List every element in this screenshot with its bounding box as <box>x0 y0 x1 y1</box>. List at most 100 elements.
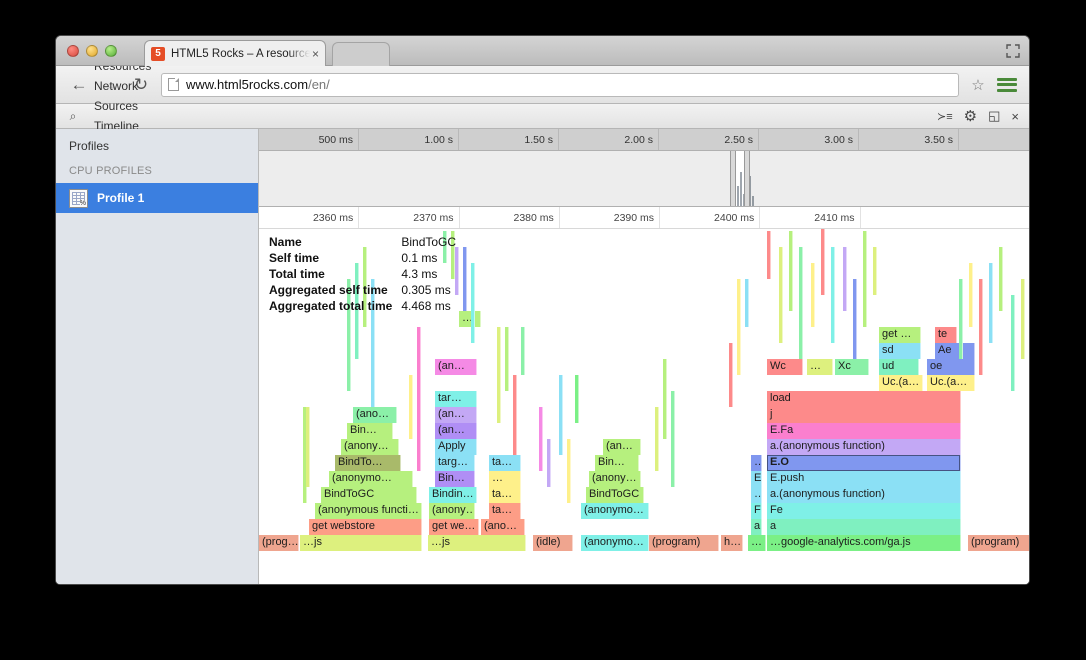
flame-bar-thin[interactable] <box>521 327 525 375</box>
flame-bar[interactable]: (an… <box>603 439 641 455</box>
flame-bar[interactable]: Bin… <box>347 423 393 439</box>
flame-bar[interactable]: E.O <box>767 455 961 471</box>
flame-bar[interactable]: E.push <box>767 471 961 487</box>
flame-bar[interactable]: ta… <box>489 487 521 503</box>
flame-bar[interactable]: get webstore <box>309 519 422 535</box>
flame-bar[interactable]: … <box>748 535 766 551</box>
flame-bar-thin[interactable] <box>471 263 475 343</box>
flame-bar-thin[interactable] <box>979 279 983 375</box>
window-maximize-button[interactable] <box>105 45 117 57</box>
flame-bar[interactable]: te <box>935 327 957 343</box>
flame-bar-thin[interactable] <box>513 375 517 455</box>
flame-bar[interactable]: (idle) <box>533 535 573 551</box>
flame-bar-thin[interactable] <box>853 279 857 359</box>
flame-bar[interactable]: (anonymo… <box>581 535 649 551</box>
flame-bar-thin[interactable] <box>575 375 579 423</box>
window-resize-icon[interactable] <box>1006 44 1020 58</box>
chrome-menu-icon[interactable] <box>997 76 1017 94</box>
flame-bar-thin[interactable] <box>789 231 793 311</box>
flame-bar[interactable]: targ… <box>435 455 475 471</box>
flame-bar[interactable]: Apply <box>435 439 477 455</box>
flame-bar-thin[interactable] <box>306 407 310 487</box>
flame-bar[interactable]: Fe <box>767 503 961 519</box>
overview-window-handle-left[interactable] <box>730 151 736 207</box>
search-icon[interactable]: ⌕ <box>60 109 86 124</box>
flame-bar[interactable]: (anonymous functi… <box>315 503 422 519</box>
flame-bar[interactable]: BindToGC <box>586 487 644 503</box>
flame-bar-thin[interactable] <box>873 247 877 295</box>
flame-bar[interactable]: get … <box>879 327 921 343</box>
flame-bar[interactable]: ud <box>879 359 919 375</box>
flame-bar-thin[interactable] <box>969 263 973 327</box>
flame-bar-thin[interactable] <box>409 375 413 439</box>
flame-bar[interactable]: BindTo… <box>335 455 401 471</box>
flame-bar-thin[interactable] <box>821 229 825 295</box>
flame-chart[interactable]: NameBindToGCSelf time0.1 msTotal time4.3… <box>259 229 1029 585</box>
flame-bar-thin[interactable] <box>497 327 501 423</box>
flame-bar[interactable]: (program) <box>649 535 719 551</box>
url-input[interactable]: www.html5rocks.com/en/ <box>161 73 959 97</box>
flame-bar[interactable]: Uc.(a… <box>927 375 975 391</box>
flame-bar[interactable]: ta… <box>489 455 521 471</box>
flame-bar[interactable]: (ano… <box>481 519 525 535</box>
flame-bar-thin[interactable] <box>567 439 571 503</box>
flame-bar-thin[interactable] <box>831 247 835 343</box>
flame-bar-thin[interactable] <box>767 231 771 279</box>
flame-bar[interactable]: Bin… <box>435 471 475 487</box>
browser-tab-active[interactable]: 5 HTML5 Rocks – A resource × <box>144 40 326 66</box>
window-minimize-button[interactable] <box>86 45 98 57</box>
flame-bar[interactable]: a.(anonymous function) <box>767 439 961 455</box>
flame-bar-thin[interactable] <box>655 407 659 471</box>
sidebar-item-profile-1[interactable]: % Profile 1 <box>56 183 258 213</box>
tab-network[interactable]: Network <box>87 76 158 96</box>
flame-bar[interactable]: j <box>767 407 961 423</box>
flame-bar[interactable]: (anony… <box>341 439 399 455</box>
flame-bar[interactable]: (prog… <box>259 535 299 551</box>
flame-bar[interactable]: Bin… <box>595 455 639 471</box>
flame-bar-thin[interactable] <box>539 407 543 471</box>
flame-bar[interactable]: …google-analytics.com/ga.js <box>767 535 961 551</box>
flame-bar[interactable]: (program) <box>968 535 1029 551</box>
overview-window-handle-right[interactable] <box>744 151 750 207</box>
flame-bar[interactable]: … <box>807 359 833 375</box>
flame-bar[interactable]: (anony… <box>589 471 641 487</box>
flame-bar[interactable]: tar… <box>435 391 477 407</box>
flame-bar[interactable]: (an… <box>435 407 477 423</box>
flame-bar-thin[interactable] <box>463 247 467 311</box>
flame-bar[interactable]: (anonymo… <box>329 471 413 487</box>
flame-bar[interactable]: oe <box>927 359 975 375</box>
flame-bar-thin[interactable] <box>417 327 421 471</box>
flame-bar-thin[interactable] <box>729 343 733 407</box>
flame-bar[interactable]: (anony… <box>429 503 475 519</box>
dock-side-icon[interactable]: ◱ <box>988 108 1000 124</box>
flame-bar[interactable]: E.Fa <box>767 423 961 439</box>
flame-bar[interactable]: (anonymo… <box>581 503 649 519</box>
flame-bar[interactable]: Uc.(a… <box>879 375 923 391</box>
flame-bar-thin[interactable] <box>843 247 847 311</box>
flame-bar-thin[interactable] <box>559 375 563 455</box>
flame-bar[interactable]: …js <box>428 535 526 551</box>
flame-bar[interactable]: Ae <box>935 343 975 359</box>
new-tab-button[interactable] <box>332 42 390 66</box>
flame-bar[interactable]: (ano… <box>353 407 397 423</box>
flame-bar-thin[interactable] <box>505 327 509 391</box>
flame-bar-thin[interactable] <box>999 247 1003 311</box>
flame-bar[interactable]: E… <box>751 471 762 487</box>
flame-bar-thin[interactable] <box>989 263 993 343</box>
flame-bar[interactable]: … <box>751 455 762 471</box>
tab-close-icon[interactable]: × <box>312 47 319 61</box>
flame-bar-thin[interactable] <box>547 439 551 487</box>
flame-bar[interactable]: load <box>767 391 961 407</box>
flame-bar-thin[interactable] <box>663 359 667 439</box>
flame-bar[interactable]: BindToGC <box>321 487 417 503</box>
drawer-toggle-icon[interactable]: ≻≡ <box>937 110 953 123</box>
flame-bar[interactable]: … <box>751 487 762 503</box>
flame-bar[interactable]: a.(anonymous function) <box>767 487 961 503</box>
flame-bar-thin[interactable] <box>1011 295 1015 391</box>
flame-bar-thin[interactable] <box>745 279 749 327</box>
flame-bar[interactable]: … <box>489 471 521 487</box>
flame-bar[interactable]: … <box>459 311 481 327</box>
flame-bar-thin[interactable] <box>779 247 783 343</box>
flame-bar[interactable]: (an… <box>435 423 477 439</box>
flame-bar-thin[interactable] <box>799 247 803 359</box>
